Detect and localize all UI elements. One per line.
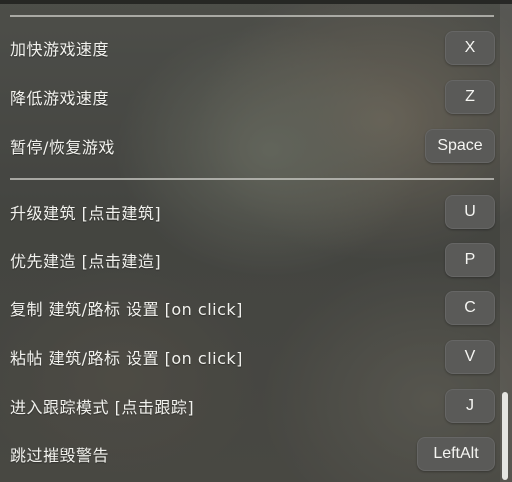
keybind-row-follow-mode: 进入跟踪模式 [点击跟踪] J (0, 386, 500, 426)
keybind-label: 升级建筑 [点击建筑] (10, 204, 162, 223)
keybind-label: 跳过摧毁警告 (10, 446, 110, 465)
keybind-label: 进入跟踪模式 [点击跟踪] (10, 398, 195, 417)
scrollbar[interactable] (500, 0, 512, 482)
keybind-row-skip-destroy-warning: 跳过摧毁警告 LeftAlt (0, 434, 500, 474)
keybind-row-speed-up: 加快游戏速度 X (0, 28, 500, 68)
keybind-key-button[interactable]: X (445, 31, 495, 65)
keybind-row-copy-settings: 复制 建筑/路标 设置 [on click] C (0, 288, 500, 328)
keybind-key-button[interactable]: Space (425, 129, 495, 163)
section-divider (10, 178, 494, 180)
keybind-key-button[interactable]: C (445, 291, 495, 325)
keybind-key-button[interactable]: V (445, 340, 495, 374)
keybind-key-button[interactable]: U (445, 195, 495, 229)
keybind-label: 优先建造 [点击建造] (10, 252, 162, 271)
keybind-label: 降低游戏速度 (10, 89, 110, 108)
keybind-label: 暂停/恢复游戏 (10, 138, 115, 157)
keybind-label: 复制 建筑/路标 设置 [on click] (10, 300, 243, 319)
keybind-row-upgrade-building: 升级建筑 [点击建筑] U (0, 192, 500, 232)
keybind-key-button[interactable]: J (445, 389, 495, 423)
keybind-key-button[interactable]: Z (445, 80, 495, 114)
keybind-label: 粘帖 建筑/路标 设置 [on click] (10, 349, 243, 368)
keybind-key-button[interactable]: LeftAlt (417, 437, 495, 471)
keybind-label: 加快游戏速度 (10, 40, 110, 59)
keybind-row-pause: 暂停/恢复游戏 Space (0, 126, 500, 166)
keybind-key-button[interactable]: P (445, 243, 495, 277)
section-divider (10, 15, 494, 17)
keybind-row-priority-build: 优先建造 [点击建造] P (0, 240, 500, 280)
keybindings-panel: 加快游戏速度 X 降低游戏速度 Z 暂停/恢复游戏 Space 升级建筑 [点击… (0, 0, 500, 482)
scrollbar-thumb[interactable] (502, 392, 508, 480)
keybind-row-paste-settings: 粘帖 建筑/路标 设置 [on click] V (0, 337, 500, 377)
keybind-row-slow-down: 降低游戏速度 Z (0, 77, 500, 117)
